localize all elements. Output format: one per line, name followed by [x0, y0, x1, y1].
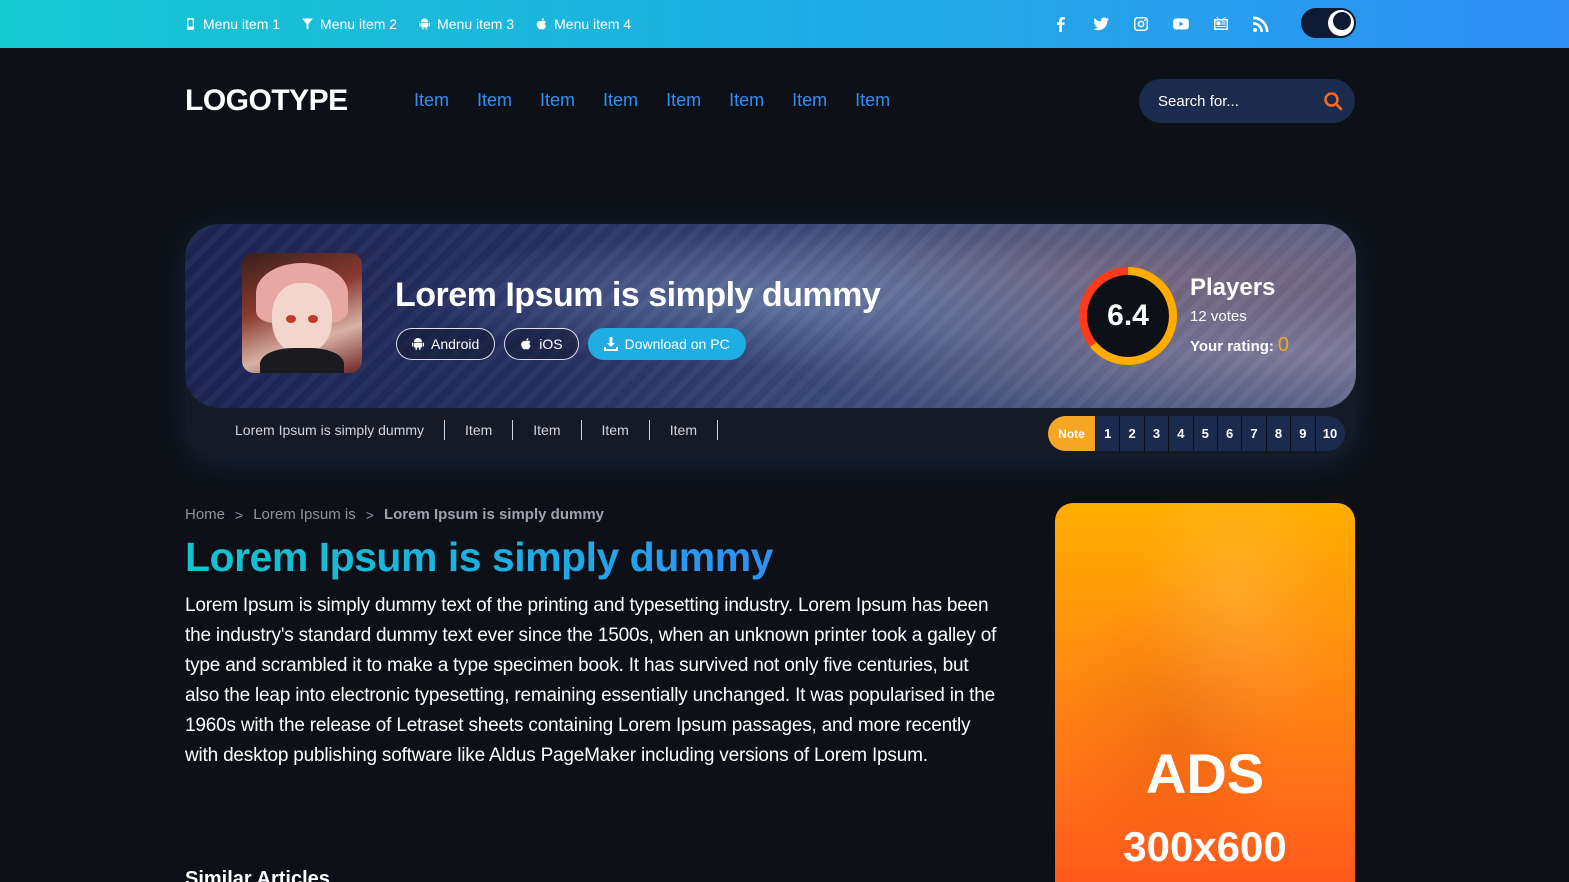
rating-option-3[interactable]: 3 — [1143, 416, 1168, 451]
download-pc-label: Download on PC — [624, 336, 730, 352]
news-link[interactable] — [1210, 13, 1232, 35]
your-rating-value: 0 — [1277, 334, 1290, 356]
rating-option-4[interactable]: 4 — [1168, 416, 1192, 451]
score-value: 6.4 — [1107, 299, 1149, 332]
rating-option-10[interactable]: 10 — [1314, 416, 1345, 451]
instagram-link[interactable] — [1130, 13, 1152, 35]
rating-option-8[interactable]: 8 — [1265, 416, 1290, 451]
youtube-icon — [1173, 18, 1189, 30]
android-icon — [419, 18, 431, 30]
phone-icon — [187, 18, 194, 30]
players-label: Players — [1190, 274, 1276, 301]
cover-face — [272, 283, 332, 353]
votes-count: 12 votes — [1190, 308, 1247, 325]
rating-note-label: Note — [1048, 416, 1095, 451]
download-icon — [603, 337, 618, 351]
filter-icon — [302, 18, 314, 30]
main-nav: Item Item Item Item Item Item Item Item — [414, 90, 890, 111]
moon-icon — [1328, 10, 1354, 36]
hero-banner: Lorem Ipsum is simply dummy Android iOS … — [185, 224, 1356, 408]
android-button-label: Android — [431, 336, 480, 352]
rating-selector: Note 1 2 3 4 5 6 7 8 9 10 — [1048, 416, 1345, 451]
top-menu-label: Menu item 4 — [554, 16, 632, 32]
article-body: Lorem Ipsum is simply dummy text of the … — [185, 595, 997, 766]
rating-option-5[interactable]: 5 — [1192, 416, 1217, 451]
top-menu-label: Menu item 3 — [437, 16, 515, 32]
news-icon — [1214, 17, 1228, 30]
ad-title: ADS — [1145, 742, 1265, 805]
download-pc-button[interactable]: Download on PC — [587, 328, 746, 360]
android-button[interactable]: Android — [396, 328, 496, 360]
main-nav-item-7[interactable]: Item — [792, 90, 827, 111]
top-bar: Menu item 1 Menu item 2 Menu item 3 Menu… — [0, 0, 1569, 48]
subnav-item-title[interactable]: Lorem Ipsum is simply dummy — [235, 420, 446, 440]
facebook-link[interactable] — [1050, 13, 1072, 35]
ios-button[interactable]: iOS — [504, 328, 579, 360]
dark-mode-toggle[interactable] — [1301, 8, 1356, 38]
rating-option-7[interactable]: 7 — [1241, 416, 1265, 451]
android-icon — [412, 338, 424, 350]
main-nav-item-1[interactable]: Item — [414, 90, 449, 111]
breadcrumb: Home > Lorem Ipsum is > Lorem Ipsum is s… — [185, 506, 604, 523]
cover-eye — [286, 315, 296, 323]
main-nav-item-2[interactable]: Item — [477, 90, 512, 111]
top-menu: Menu item 1 Menu item 2 Menu item 3 Menu… — [185, 0, 631, 48]
top-menu-label: Menu item 1 — [203, 16, 281, 32]
cover-eye — [308, 315, 318, 323]
twitter-link[interactable] — [1090, 13, 1112, 35]
apple-icon — [536, 18, 547, 30]
your-rating: Your rating: 0 — [1190, 334, 1289, 357]
breadcrumb-current: Lorem Ipsum is simply dummy — [383, 506, 604, 523]
ad-size: 300x600 — [1123, 823, 1287, 870]
top-menu-item-3[interactable]: Menu item 3 — [419, 16, 514, 32]
rating-option-6[interactable]: 6 — [1216, 416, 1241, 451]
ios-button-label: iOS — [539, 336, 563, 352]
search-icon[interactable] — [1323, 91, 1343, 111]
search-input[interactable] — [1158, 92, 1308, 110]
facebook-icon — [1057, 17, 1065, 32]
main-nav-item-8[interactable]: Item — [855, 90, 890, 111]
breadcrumb-parent[interactable]: Lorem Ipsum is — [253, 506, 356, 523]
breadcrumb-home[interactable]: Home — [185, 506, 225, 523]
subnav-item-1[interactable]: Item — [445, 420, 514, 440]
cover-cloth — [260, 348, 344, 373]
breadcrumb-separator: > — [235, 506, 244, 523]
hero-subnav: Lorem Ipsum is simply dummy Item Item It… — [235, 420, 718, 440]
platform-buttons: Android iOS Download on PC — [396, 328, 746, 360]
hero-title: Lorem Ipsum is simply dummy — [395, 276, 881, 314]
top-menu-item-2[interactable]: Menu item 2 — [302, 16, 397, 32]
game-hero: Lorem Ipsum is simply dummy Android iOS … — [185, 224, 1356, 458]
search-box — [1139, 79, 1355, 123]
top-menu-label: Menu item 2 — [320, 16, 398, 32]
main-nav-item-4[interactable]: Item — [603, 90, 638, 111]
rating-option-2[interactable]: 2 — [1119, 416, 1143, 451]
rss-link[interactable] — [1250, 13, 1272, 35]
main-nav-item-6[interactable]: Item — [729, 90, 764, 111]
article-title: Lorem Ipsum is simply dummy — [185, 534, 774, 580]
instagram-icon — [1134, 17, 1148, 31]
main-nav-item-5[interactable]: Item — [666, 90, 701, 111]
main-nav-item-3[interactable]: Item — [540, 90, 575, 111]
your-rating-label: Your rating: — [1190, 338, 1274, 355]
youtube-link[interactable] — [1170, 13, 1192, 35]
top-menu-item-1[interactable]: Menu item 1 — [185, 16, 280, 32]
rss-icon — [1253, 16, 1269, 32]
ad-banner[interactable]: ADS 300x600 — [1055, 503, 1355, 882]
similar-articles-heading: Similar Articles — [185, 868, 330, 882]
breadcrumb-separator: > — [365, 506, 374, 523]
subnav-item-2[interactable]: Item — [513, 420, 582, 440]
apple-icon — [521, 338, 531, 350]
subnav-item-4[interactable]: Item — [650, 420, 718, 440]
top-menu-item-4[interactable]: Menu item 4 — [536, 16, 631, 32]
social-links — [1050, 0, 1272, 48]
logo[interactable]: LOGOTYPE — [185, 84, 348, 118]
twitter-icon — [1093, 17, 1109, 31]
game-cover-image — [242, 253, 362, 373]
subnav-item-3[interactable]: Item — [582, 420, 650, 440]
rating-option-9[interactable]: 9 — [1290, 416, 1314, 451]
rating-option-1[interactable]: 1 — [1095, 416, 1119, 451]
